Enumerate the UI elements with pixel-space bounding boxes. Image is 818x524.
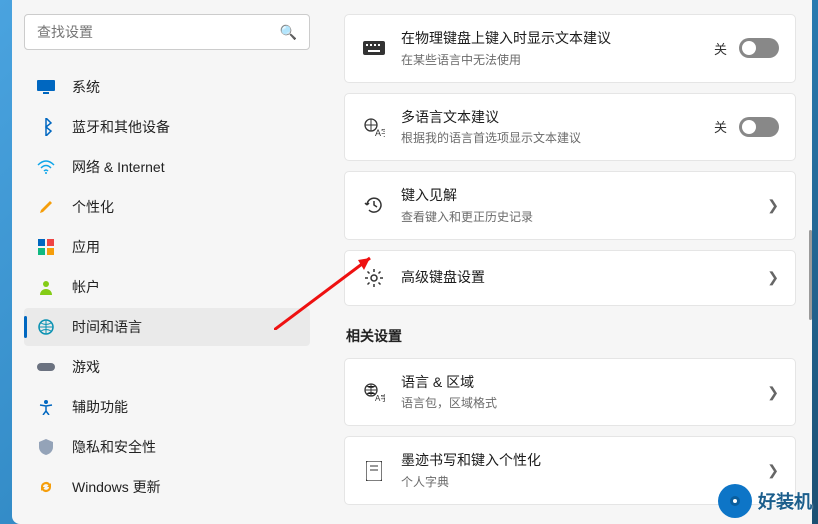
section-related-title: 相关设置 [346,326,796,346]
sidebar-item-label: 网络 & Internet [72,157,165,177]
svg-text:A字: A字 [375,127,385,137]
watermark: 好装机 [718,484,812,518]
shield-icon [34,437,58,457]
card-multilingual-suggestions[interactable]: A字 多语言文本建议 根据我的语言首选项显示文本建议 关 [344,93,796,162]
sidebar-item-label: Windows 更新 [72,477,161,497]
toggle-switch[interactable] [739,38,779,58]
card-title: 墨迹书写和键入个性化 [401,451,767,471]
card-title: 语言 & 区域 [401,373,767,393]
card-physical-keyboard-suggestions[interactable]: 在物理键盘上键入时显示文本建议 在某些语言中无法使用 关 [344,14,796,83]
search-box[interactable]: 🔍 [24,14,310,50]
globe-clock-icon [34,317,58,337]
card-title: 多语言文本建议 [401,108,714,128]
card-language-region[interactable]: A字 语言 & 区域 语言包，区域格式 ❯ [344,358,796,427]
gear-icon [361,265,387,291]
sidebar-item-time-language[interactable]: 时间和语言 [24,308,310,346]
sidebar-item-label: 时间和语言 [72,317,142,337]
card-subtitle: 个人字典 [401,473,767,490]
settings-window: 🔍 系统 蓝牙和其他设备 网络 & Internet 个性化 应用 [12,0,812,524]
card-title: 高级键盘设置 [401,268,767,288]
toggle-switch[interactable] [739,117,779,137]
keyboard-icon [361,35,387,61]
sidebar-item-label: 应用 [72,237,100,257]
sidebar-item-gaming[interactable]: 游戏 [24,348,310,386]
bluetooth-icon [34,117,58,137]
language-region-icon: A字 [361,379,387,405]
main-content: 在物理键盘上键入时显示文本建议 在某些语言中无法使用 关 A字 多语言文本建议 … [322,0,812,524]
chevron-right-icon: ❯ [767,269,779,286]
card-title: 在物理键盘上键入时显示文本建议 [401,29,714,49]
watermark-icon [718,484,752,518]
sidebar-item-system[interactable]: 系统 [24,68,310,106]
sidebar-item-personalization[interactable]: 个性化 [24,188,310,226]
search-input[interactable] [37,24,280,40]
person-icon [34,277,58,297]
sidebar-item-accounts[interactable]: 帐户 [24,268,310,306]
sidebar-item-label: 系统 [72,77,100,97]
toggle-state-label: 关 [714,117,727,136]
sidebar-item-label: 游戏 [72,357,100,377]
sidebar-item-network[interactable]: 网络 & Internet [24,148,310,186]
gamepad-icon [34,357,58,377]
card-subtitle: 查看键入和更正历史记录 [401,208,767,225]
display-icon [34,77,58,97]
search-icon: 🔍 [280,24,297,41]
card-subtitle: 在某些语言中无法使用 [401,51,714,68]
sidebar-item-bluetooth[interactable]: 蓝牙和其他设备 [24,108,310,146]
card-typing-insights[interactable]: 键入见解 查看键入和更正历史记录 ❯ [344,171,796,240]
scrollbar-thumb[interactable] [809,230,812,320]
toggle-state-label: 关 [714,39,727,58]
card-subtitle: 根据我的语言首选项显示文本建议 [401,129,714,146]
sidebar-item-label: 隐私和安全性 [72,437,156,457]
sidebar-item-label: 辅助功能 [72,397,128,417]
wifi-icon [34,157,58,177]
history-icon [361,192,387,218]
apps-icon [34,237,58,257]
sidebar-item-accessibility[interactable]: 辅助功能 [24,388,310,426]
sidebar: 🔍 系统 蓝牙和其他设备 网络 & Internet 个性化 应用 [12,0,322,524]
chevron-right-icon: ❯ [767,197,779,214]
sidebar-item-label: 帐户 [72,277,100,297]
card-advanced-keyboard[interactable]: 高级键盘设置 ❯ [344,250,796,306]
card-subtitle: 语言包，区域格式 [401,394,767,411]
sidebar-item-apps[interactable]: 应用 [24,228,310,266]
update-icon [34,477,58,497]
sidebar-item-label: 蓝牙和其他设备 [72,117,170,137]
watermark-text: 好装机 [758,488,812,514]
paintbrush-icon [34,197,58,217]
card-title: 键入见解 [401,186,767,206]
sidebar-item-label: 个性化 [72,197,114,217]
svg-text:A字: A字 [375,393,385,402]
sidebar-nav: 系统 蓝牙和其他设备 网络 & Internet 个性化 应用 帐户 [24,68,310,506]
sidebar-item-privacy[interactable]: 隐私和安全性 [24,428,310,466]
sidebar-item-update[interactable]: Windows 更新 [24,468,310,506]
dictionary-icon [361,458,387,484]
chevron-right-icon: ❯ [767,462,779,479]
accessibility-icon [34,397,58,417]
multilanguage-icon: A字 [361,114,387,140]
scrollbar[interactable] [806,0,812,524]
chevron-right-icon: ❯ [767,384,779,401]
